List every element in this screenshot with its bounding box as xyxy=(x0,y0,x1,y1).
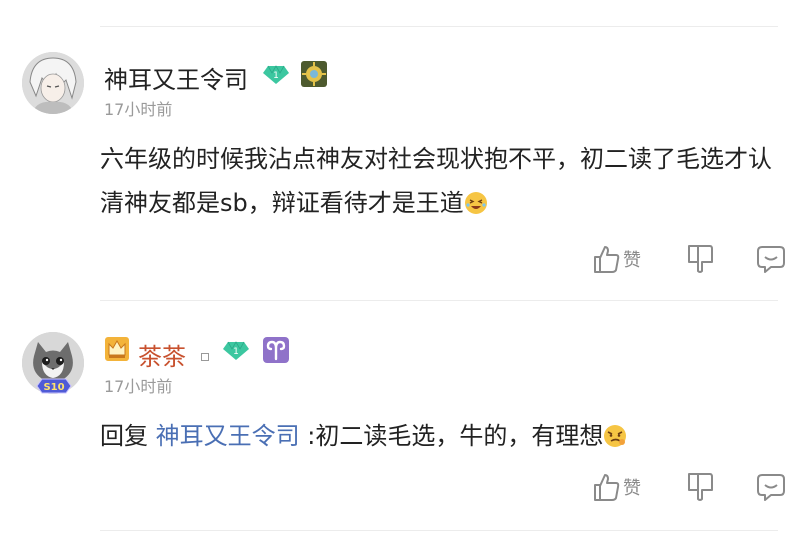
comment-content: 六年级的时候我沾点神友对社会现状抱不平，初二读了毛选才认清神友都是sb，辩证看待… xyxy=(100,137,790,229)
anime-avatar-icon xyxy=(22,52,84,114)
reply-button[interactable] xyxy=(756,244,786,274)
like-button[interactable]: 赞 xyxy=(592,244,641,274)
thumbs-up-icon xyxy=(594,246,620,273)
smirk-emoji-icon xyxy=(603,418,627,462)
like-label: 赞 xyxy=(623,478,641,499)
medal-icon xyxy=(301,61,327,87)
svg-text:1: 1 xyxy=(233,347,239,357)
username[interactable]: 茶茶 xyxy=(138,337,186,372)
zodiac-badge xyxy=(262,336,290,368)
like-label: 赞 xyxy=(623,250,641,271)
laughing-emoji-icon xyxy=(464,185,488,229)
level-badge: 1 xyxy=(222,341,250,365)
dislike-button[interactable] xyxy=(686,472,714,502)
crown-icon xyxy=(105,337,129,361)
level-gem-icon: 1 xyxy=(223,341,249,360)
thumbs-down-icon xyxy=(688,245,713,273)
reply-button[interactable] xyxy=(756,472,786,502)
like-button[interactable]: 赞 xyxy=(592,472,641,502)
aries-icon xyxy=(263,337,289,363)
vip-crown-badge xyxy=(104,336,130,366)
comment-text: 六年级的时候我沾点神友对社会现状抱不平，初二读了毛选才认清神友都是sb，辩证看待… xyxy=(100,145,772,217)
level-gem-icon: 1 xyxy=(263,65,289,84)
top-divider xyxy=(100,26,778,27)
avatar[interactable]: S10 xyxy=(22,332,84,394)
comment-text: :初二读毛选，牛的，有理想 xyxy=(307,422,604,450)
timestamp: 17小时前 xyxy=(104,377,173,396)
thumbs-down-icon xyxy=(688,473,713,501)
bottom-divider xyxy=(100,530,778,531)
timestamp: 17小时前 xyxy=(104,100,173,119)
avatar[interactable] xyxy=(22,52,84,114)
level-badge: 1 xyxy=(262,65,290,89)
username[interactable]: 神耳又王令司 xyxy=(104,60,248,95)
svg-text:S10: S10 xyxy=(43,382,64,393)
dot-badge xyxy=(201,346,209,365)
comment-divider xyxy=(100,300,778,301)
comment-content: 回复 神耳又王令司 :初二读毛选，牛的，有理想 xyxy=(100,414,790,462)
reply-to-user-link[interactable]: 神耳又王令司 xyxy=(156,422,300,450)
comment-bubble-icon xyxy=(757,246,785,273)
comment-bubble-icon xyxy=(757,474,785,501)
svg-text:1: 1 xyxy=(273,71,279,81)
small-square-icon xyxy=(201,353,209,361)
thumbs-up-icon xyxy=(594,474,620,501)
s10-badge-icon: S10 xyxy=(36,378,72,394)
dislike-button[interactable] xyxy=(686,244,714,274)
reply-prefix: 回复 xyxy=(100,422,148,450)
medal-badge xyxy=(300,60,328,92)
